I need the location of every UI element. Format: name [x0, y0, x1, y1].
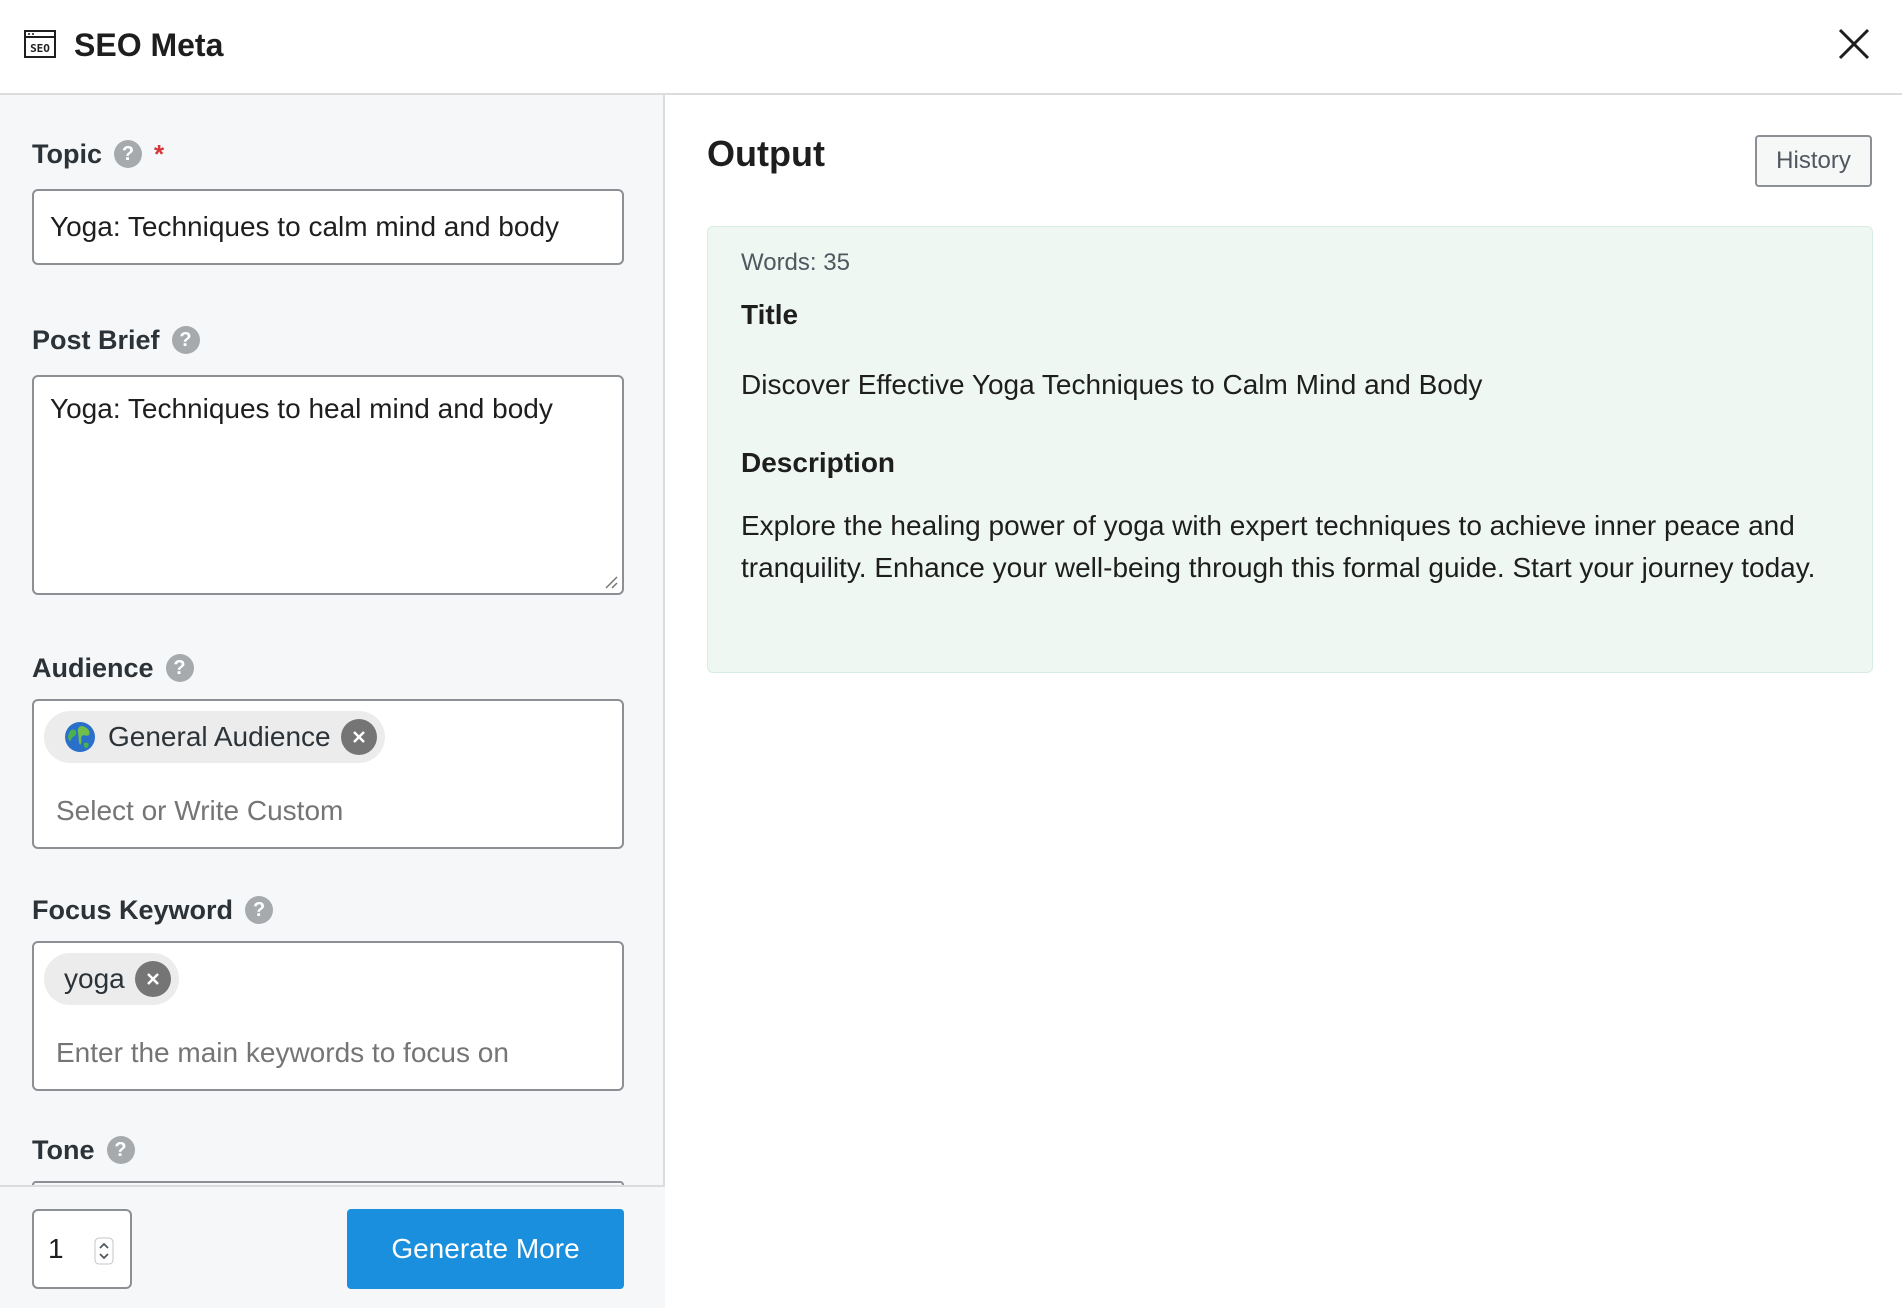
audience-placeholder[interactable]: Select or Write Custom	[56, 795, 343, 827]
help-icon[interactable]: ?	[165, 654, 194, 682]
modal-header: SEO SEO Meta	[0, 0, 1902, 95]
keyword-chip-label: yoga	[64, 963, 125, 994]
topic-input[interactable]	[34, 191, 622, 263]
output-panel: Output History Words: 35 Title Discover …	[667, 95, 1902, 1308]
history-button[interactable]: History	[1755, 135, 1872, 187]
tone-label-text: Tone	[32, 1135, 95, 1165]
audience-field[interactable]: General Audience Select or Write Custom	[32, 699, 624, 849]
result-description-heading: Description	[741, 447, 896, 478]
required-mark: *	[154, 139, 165, 169]
topic-label-text: Topic	[32, 139, 102, 169]
svg-text:SEO: SEO	[30, 42, 50, 55]
help-icon[interactable]: ?	[245, 896, 274, 924]
generate-more-button[interactable]: Generate More	[347, 1209, 624, 1289]
focus-keyword-placeholder[interactable]: Enter the main keywords to focus on	[56, 1037, 509, 1069]
resize-handle-icon[interactable]	[602, 573, 618, 589]
stepper-arrows-icon[interactable]	[94, 1237, 114, 1265]
audience-chip[interactable]: General Audience	[44, 711, 385, 763]
close-icon[interactable]	[1836, 26, 1872, 62]
focus-keyword-label: Focus Keyword ?	[32, 893, 274, 927]
remove-chip-button[interactable]	[134, 961, 171, 997]
keyword-chip[interactable]: yoga	[44, 953, 179, 1005]
word-count: Words: 35	[741, 249, 850, 276]
post-brief-textarea[interactable]: Yoga: Techniques to heal mind and body	[34, 377, 622, 593]
post-brief-label: Post Brief ?	[32, 323, 200, 357]
focus-keyword-label-text: Focus Keyword	[32, 895, 234, 925]
audience-label-text: Audience	[32, 653, 154, 683]
audience-label: Audience ?	[32, 651, 194, 685]
result-description-text: Explore the healing power of yoga with e…	[741, 510, 1816, 583]
form-panel: Topic ? * Post Brief ? Yoga: Techniques …	[0, 95, 665, 1308]
help-icon[interactable]: ?	[171, 326, 200, 354]
focus-keyword-field[interactable]: yoga Enter the main keywords to focus on	[32, 941, 624, 1091]
result-title-heading: Title	[741, 299, 799, 330]
audience-chip-label: General Audience	[108, 721, 331, 752]
quantity-stepper[interactable]: 1	[32, 1209, 132, 1289]
topic-field[interactable]	[32, 189, 624, 265]
post-brief-field[interactable]: Yoga: Techniques to heal mind and body	[32, 375, 624, 595]
tone-label: Tone ?	[32, 1133, 135, 1167]
topic-label: Topic ? *	[32, 137, 164, 171]
post-brief-label-text: Post Brief	[32, 325, 160, 355]
quantity-value: 1	[48, 1233, 64, 1264]
help-icon[interactable]: ?	[114, 140, 142, 168]
output-result-card: Words: 35 Title Discover Effective Yoga …	[707, 226, 1873, 673]
seo-icon: SEO	[24, 30, 56, 58]
globe-icon	[65, 722, 95, 752]
modal-title: SEO Meta	[74, 27, 224, 63]
close-icon	[352, 731, 365, 743]
seo-meta-modal: SEO SEO Meta Topic ? * Post Brief ? Yoga…	[0, 0, 1902, 1308]
output-title: Output	[707, 133, 825, 174]
result-title-text: Discover Effective Yoga Techniques to Ca…	[741, 369, 1483, 400]
close-icon	[146, 973, 159, 985]
remove-chip-button[interactable]	[340, 719, 377, 755]
help-icon[interactable]: ?	[106, 1136, 135, 1164]
